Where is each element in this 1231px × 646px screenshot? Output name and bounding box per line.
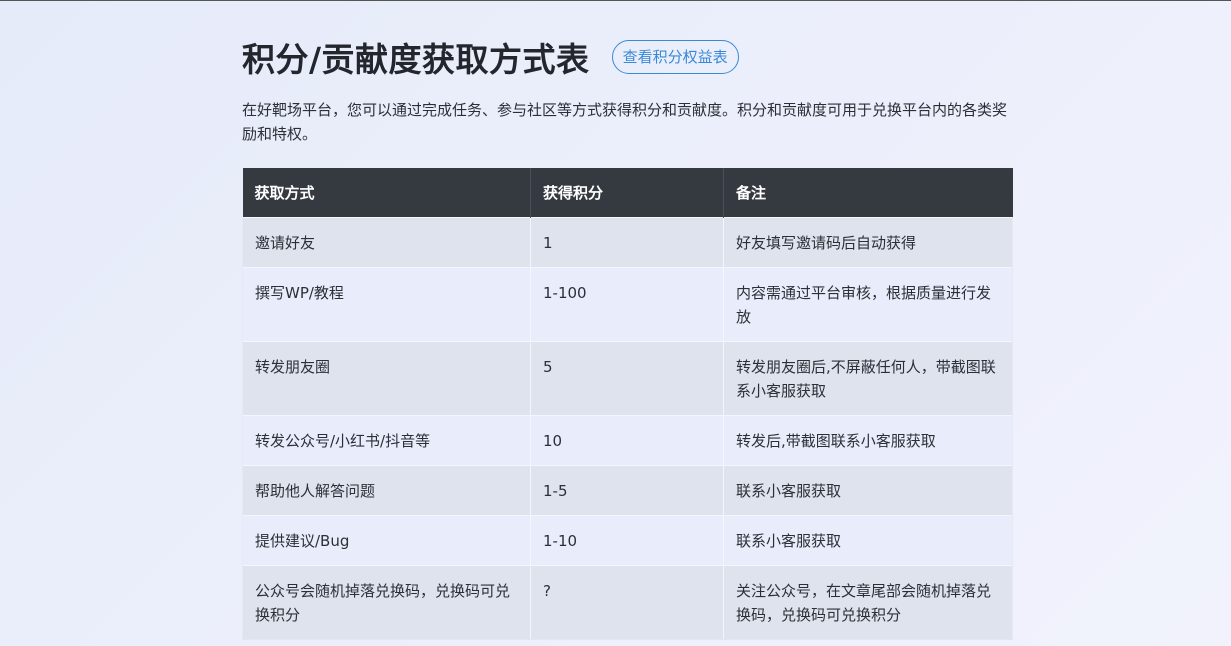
view-rights-table-button[interactable]: 查看积分权益表 bbox=[611, 40, 739, 74]
points-table: 获取方式 获得积分 备注 邀请好友 1 好友填写邀请码后自动获得 撰写WP/教程… bbox=[242, 168, 1013, 640]
cell-note: 转发后,带截图联系小客服获取 bbox=[723, 415, 1013, 466]
cell-points: 1 bbox=[530, 217, 724, 268]
cell-method: 转发公众号/小红书/抖音等 bbox=[242, 415, 531, 466]
table-row: 公众号会随机掉落兑换码，兑换码可兑换积分 ? 关注公众号，在文章尾部会随机掉落兑… bbox=[242, 565, 1013, 640]
cell-points: 5 bbox=[530, 341, 724, 416]
header-note: 备注 bbox=[723, 168, 1013, 218]
cell-points: 1-10 bbox=[530, 515, 724, 566]
header-points: 获得积分 bbox=[530, 168, 724, 218]
table-row: 撰写WP/教程 1-100 内容需通过平台审核，根据质量进行发放 bbox=[242, 267, 1013, 342]
cell-method: 转发朋友圈 bbox=[242, 341, 531, 416]
cell-points: ? bbox=[530, 565, 724, 640]
cell-note: 关注公众号，在文章尾部会随机掉落兑换码，兑换码可兑换积分 bbox=[723, 565, 1013, 640]
page-title: 积分/贡献度获取方式表 bbox=[242, 40, 590, 79]
cell-method: 公众号会随机掉落兑换码，兑换码可兑换积分 bbox=[242, 565, 531, 640]
cell-method: 邀请好友 bbox=[242, 217, 531, 268]
cell-points: 1-5 bbox=[530, 465, 724, 516]
cell-note: 内容需通过平台审核，根据质量进行发放 bbox=[723, 267, 1013, 342]
table-header-row: 获取方式 获得积分 备注 bbox=[242, 168, 1013, 218]
cell-note: 转发朋友圈后,不屏蔽任何人，带截图联系小客服获取 bbox=[723, 341, 1013, 416]
table-row: 转发朋友圈 5 转发朋友圈后,不屏蔽任何人，带截图联系小客服获取 bbox=[242, 341, 1013, 416]
cell-note: 联系小客服获取 bbox=[723, 515, 1013, 566]
cell-method: 帮助他人解答问题 bbox=[242, 465, 531, 516]
cell-points: 1-100 bbox=[530, 267, 724, 342]
cell-note: 好友填写邀请码后自动获得 bbox=[723, 217, 1013, 268]
header-method: 获取方式 bbox=[242, 168, 531, 218]
title-row: 积分/贡献度获取方式表 查看积分权益表 bbox=[242, 36, 1012, 79]
main-content: 积分/贡献度获取方式表 查看积分权益表 在好靶场平台，您可以通过完成任务、参与社… bbox=[242, 0, 1013, 640]
cell-method: 提供建议/Bug bbox=[242, 515, 531, 566]
table-row: 帮助他人解答问题 1-5 联系小客服获取 bbox=[242, 465, 1013, 516]
table-row: 转发公众号/小红书/抖音等 10 转发后,带截图联系小客服获取 bbox=[242, 415, 1013, 466]
intro-text: 在好靶场平台，您可以通过完成任务、参与社区等方式获得积分和贡献度。积分和贡献度可… bbox=[242, 101, 1008, 143]
cell-note: 联系小客服获取 bbox=[723, 465, 1013, 516]
table-row: 邀请好友 1 好友填写邀请码后自动获得 bbox=[242, 217, 1013, 268]
cell-points: 10 bbox=[530, 415, 724, 466]
cell-method: 撰写WP/教程 bbox=[242, 267, 531, 342]
table-row: 提供建议/Bug 1-10 联系小客服获取 bbox=[242, 515, 1013, 566]
